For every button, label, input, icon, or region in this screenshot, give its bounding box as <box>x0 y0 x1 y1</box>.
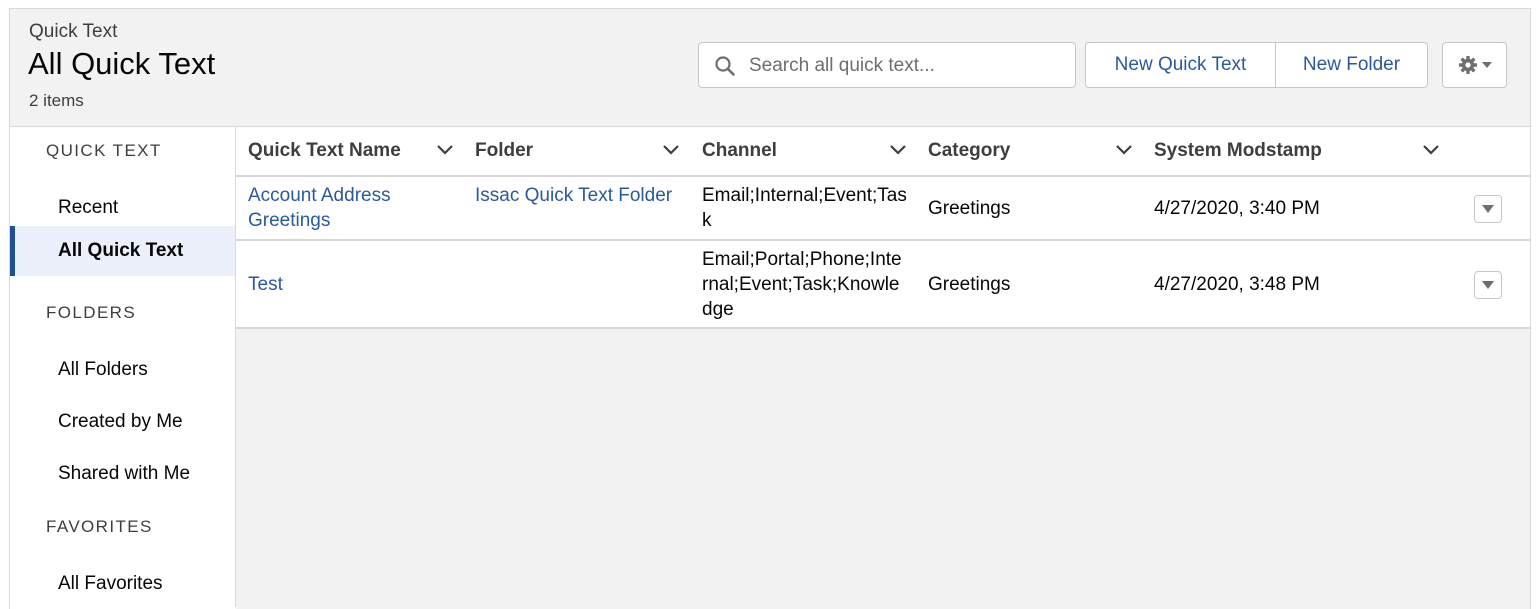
chevron-down-icon[interactable] <box>662 144 680 156</box>
new-quick-text-button[interactable]: New Quick Text <box>1085 42 1276 88</box>
column-header-category[interactable]: Category <box>928 127 1140 175</box>
sidebar-item-shared-with-me[interactable]: Shared with Me <box>10 449 235 499</box>
table-row: Test Email;Portal;Phone;Internal;Event;T… <box>236 241 1530 329</box>
page-title: All Quick Text <box>28 46 216 81</box>
column-header-system-modstamp[interactable]: System Modstamp <box>1154 127 1454 175</box>
chevron-down-icon[interactable] <box>1422 144 1440 156</box>
column-header-name[interactable]: Quick Text Name <box>248 127 460 175</box>
table-header: Quick Text Name Folder Channel Category … <box>236 127 1530 177</box>
sidebar-item-all-favorites[interactable]: All Favorites <box>10 559 235 609</box>
category-cell: Greetings <box>928 198 1011 219</box>
table-row: Account Address Greetings Issac Quick Te… <box>236 177 1530 241</box>
caret-down-icon <box>1482 281 1494 289</box>
caret-down-icon <box>1481 62 1492 68</box>
column-header-folder[interactable]: Folder <box>475 127 687 175</box>
gear-icon <box>1458 56 1477 74</box>
search-input[interactable] <box>747 49 1071 83</box>
breadcrumb: Quick Text <box>29 21 118 42</box>
app-frame: Quick Text All Quick Text 2 items New Qu… <box>9 8 1531 609</box>
search-box <box>698 42 1076 88</box>
section-title-quick-text: QUICK TEXT <box>46 141 162 160</box>
sidebar-item-created-by-me[interactable]: Created by Me <box>10 397 235 447</box>
chevron-down-icon[interactable] <box>1115 144 1133 156</box>
channel-cell: Email;Internal;Event;Task <box>702 185 907 231</box>
header-button-group: New Quick Text New Folder <box>1085 42 1428 88</box>
sidebar-item-all-quick-text[interactable]: All Quick Text <box>10 226 235 276</box>
chevron-down-icon[interactable] <box>436 144 454 156</box>
search-icon <box>715 56 735 76</box>
item-count: 2 items <box>29 91 84 110</box>
row-actions-button[interactable] <box>1474 271 1502 299</box>
settings-menu-button[interactable] <box>1442 42 1507 88</box>
section-title-folders: FOLDERS <box>46 303 137 322</box>
row-actions-button[interactable] <box>1474 195 1502 223</box>
column-header-label: Channel <box>702 140 777 161</box>
quick-text-name-link[interactable]: Test <box>248 272 448 297</box>
quick-text-name-link[interactable]: Account Address Greetings <box>248 183 448 233</box>
channel-cell: Email;Portal;Phone;Internal;Event;Task;K… <box>702 249 902 320</box>
section-title-favorites: FAVORITES <box>46 517 153 536</box>
page-header: Quick Text All Quick Text 2 items New Qu… <box>10 9 1530 127</box>
column-header-label: System Modstamp <box>1154 140 1322 161</box>
new-folder-button[interactable]: New Folder <box>1276 42 1428 88</box>
column-header-channel[interactable]: Channel <box>702 127 914 175</box>
caret-down-icon <box>1482 205 1494 213</box>
sidebar: QUICK TEXT Recent All Quick Text FOLDERS… <box>10 127 236 607</box>
quick-text-table: Quick Text Name Folder Channel Category … <box>236 127 1530 609</box>
sidebar-item-all-folders[interactable]: All Folders <box>10 345 235 395</box>
category-cell: Greetings <box>928 274 1011 295</box>
chevron-down-icon[interactable] <box>889 144 907 156</box>
modstamp-cell: 4/27/2020, 3:40 PM <box>1154 198 1320 219</box>
column-header-label: Category <box>928 140 1011 161</box>
column-header-label: Folder <box>475 140 534 161</box>
column-header-label: Quick Text Name <box>248 140 401 161</box>
modstamp-cell: 4/27/2020, 3:48 PM <box>1154 274 1320 295</box>
folder-link[interactable]: Issac Quick Text Folder <box>475 183 675 208</box>
empty-list-area <box>236 329 1530 609</box>
